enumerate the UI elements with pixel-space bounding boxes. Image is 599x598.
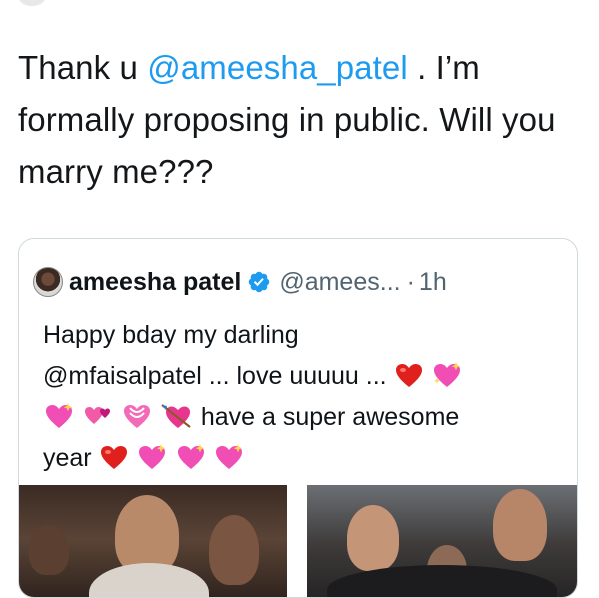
photo-person — [493, 489, 547, 561]
sparkling-heart-emoji — [216, 444, 243, 469]
heart-with-arrow-emoji — [161, 404, 191, 428]
quoted-line-3-text: have a super awesome — [200, 403, 460, 431]
quoted-line-4: year — [43, 438, 563, 479]
quoted-line-2: @mfaisalpatel ... love uuuuu ... — [43, 356, 563, 397]
mention-link[interactable]: @ameesha_patel — [147, 49, 408, 86]
author-avatar[interactable] — [18, 0, 46, 6]
quoted-line-2-text: @mfaisalpatel ... love uuuuu ... — [43, 362, 387, 390]
quoted-author-name[interactable]: ameesha patel — [69, 268, 241, 297]
sparkling-heart-emoji — [46, 403, 73, 428]
sparkling-heart-emoji — [177, 444, 204, 469]
verified-badge-icon — [249, 271, 270, 293]
quoted-tweet-time[interactable]: 1h — [419, 268, 447, 297]
separator-dot: · — [406, 267, 415, 296]
revolving-hearts-emoji — [84, 407, 110, 424]
quoted-line-3: have a super awesome — [43, 397, 563, 438]
quoted-line-1: Happy bday my darling — [43, 321, 299, 349]
tweet-text-start: Thank u — [18, 49, 148, 86]
quoted-media-photo-1[interactable] — [19, 485, 287, 597]
red-heart-emoji — [100, 446, 127, 469]
heart-with-ribbon-emoji — [123, 405, 150, 428]
quoted-line-4-text: year — [43, 444, 92, 472]
sparkling-heart-emoji — [138, 444, 165, 469]
quoted-media-photo-2[interactable] — [307, 485, 577, 597]
red-heart-emoji — [395, 364, 422, 387]
quoted-tweet-header: ameesha patel @amees... · 1h — [33, 265, 447, 299]
photo-person — [209, 515, 259, 585]
photo-person — [347, 505, 399, 571]
tweet-text: Thank u @ameesha_patel . I’m formally pr… — [18, 42, 588, 198]
photo-person — [89, 563, 209, 597]
quoted-tweet-text: Happy bday my darling @mfaisalpatel ... … — [43, 315, 563, 479]
quoted-author-avatar[interactable] — [33, 267, 63, 297]
quoted-author-handle[interactable]: @amees... — [279, 268, 400, 297]
photo-person — [29, 525, 69, 575]
quoted-tweet-card[interactable]: ameesha patel @amees... · 1h Happy bday … — [18, 238, 578, 598]
sparkling-heart-emoji — [433, 362, 460, 387]
